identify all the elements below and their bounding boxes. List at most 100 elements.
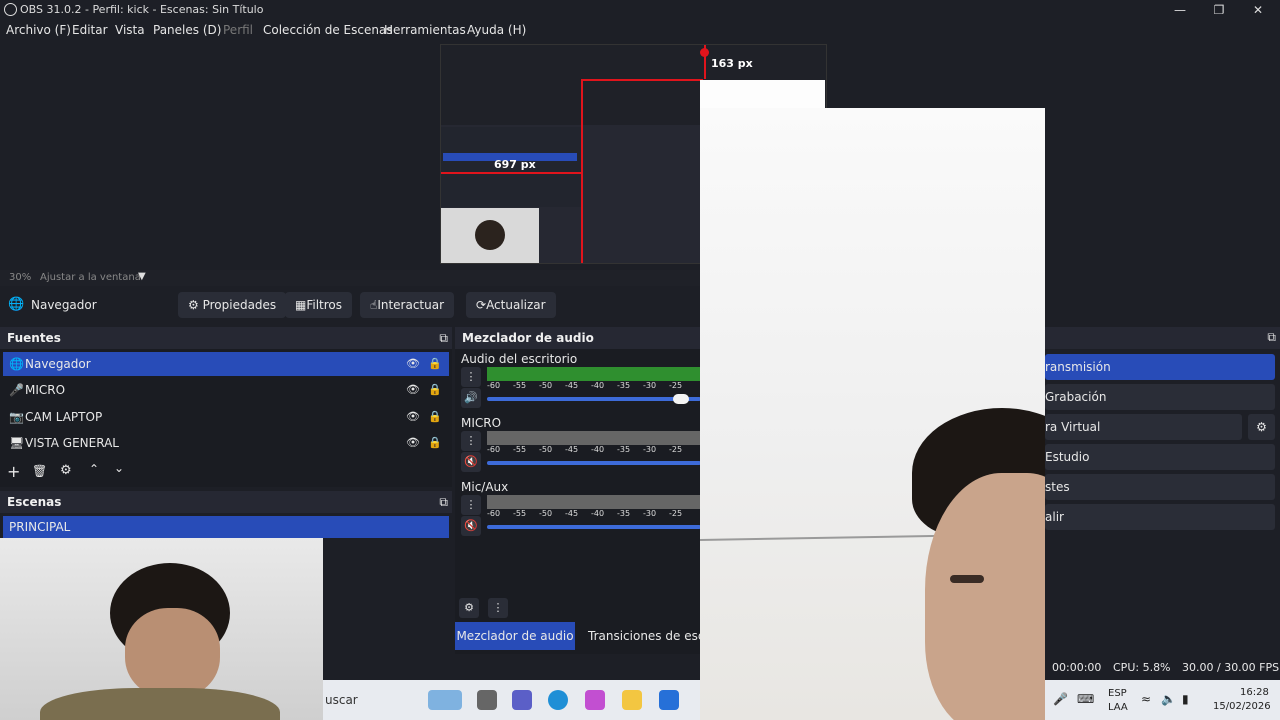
start-recording-button[interactable]: Grabación [1045, 384, 1275, 410]
dock-undock-icon[interactable]: ⧉ [439, 327, 448, 349]
eye-icon[interactable]: 👁 [406, 431, 420, 455]
studio-mode-button[interactable]: Estudio [1045, 444, 1275, 470]
button-label: Estudio [1045, 450, 1090, 464]
channel-menu-icon[interactable]: ⋮ [461, 495, 481, 515]
scene-item-principal[interactable]: PRINCIPAL [3, 516, 449, 538]
measure-line-left [441, 172, 581, 174]
edge-icon[interactable] [548, 690, 568, 710]
trash-icon[interactable]: 🗑 [32, 464, 47, 478]
microphone-tray-icon[interactable]: 🎤 [1053, 692, 1068, 706]
mixer-menu-icon[interactable]: ⋮ [488, 598, 508, 618]
lock-icon[interactable]: 🔒 [428, 431, 442, 455]
filter-icon: ▦ [295, 298, 307, 312]
keyboard-tray-icon[interactable]: ⌨ [1077, 692, 1094, 706]
scale-tick: -40 [591, 381, 605, 390]
menu-editar[interactable]: Editar [72, 23, 108, 37]
eye-icon[interactable]: 👁 [406, 352, 420, 376]
source-item-navegador[interactable]: 🌐 Navegador 👁 🔒 [3, 352, 449, 376]
exit-button[interactable]: alir [1045, 504, 1275, 530]
scale-tick: -45 [565, 381, 579, 390]
lock-icon[interactable]: 🔒 [428, 378, 442, 402]
menu-herramientas[interactable]: Herramientas [384, 23, 466, 37]
menu-vista[interactable]: Vista [115, 23, 145, 37]
zoom-level: 30% [9, 272, 32, 283]
teams-icon[interactable] [512, 690, 532, 710]
zoom-dropdown-icon[interactable]: ▼ [138, 271, 146, 282]
volume-muted-icon[interactable]: 🔈 [1161, 692, 1176, 706]
scale-tick: -50 [539, 445, 553, 454]
menu-perfil[interactable]: Perfil [223, 23, 253, 37]
muted-speaker-icon[interactable]: 🔇 [461, 452, 481, 472]
volume-slider[interactable] [487, 397, 701, 401]
filters-button[interactable]: ▦Filtros [285, 292, 353, 318]
taskbar-search-text[interactable]: uscar [325, 693, 358, 707]
refresh-button[interactable]: ⟳Actualizar [466, 292, 556, 318]
measure-handle[interactable] [700, 48, 709, 57]
mixer-body: Audio del escritorio ⋮ -60 -55 -50 -45 -40 -3… [455, 349, 701, 654]
add-source-icon[interactable]: + [7, 462, 20, 481]
eye-icon[interactable]: 👁 [406, 405, 420, 429]
obs-logo-icon [4, 3, 17, 16]
move-down-icon[interactable]: ⌄ [114, 461, 124, 475]
source-item-micro[interactable]: 🎤 MICRO 👁 🔒 [3, 378, 449, 402]
dock-undock-icon[interactable]: ⧉ [439, 491, 448, 513]
lock-icon[interactable]: 🔒 [428, 352, 442, 376]
copilot-icon[interactable] [585, 690, 605, 710]
scale-tick: -45 [565, 445, 579, 454]
minimize-button[interactable]: — [1160, 1, 1200, 19]
file-explorer-icon[interactable] [622, 690, 642, 710]
menu-paneles[interactable]: Paneles (D) [153, 23, 221, 37]
source-item-vista-general[interactable]: 🖥 VISTA GENERAL 👁 🔒 [3, 431, 449, 455]
battery-icon[interactable]: ▮ [1182, 692, 1189, 706]
selection-box[interactable] [581, 79, 703, 263]
settings-button[interactable]: stes [1045, 474, 1275, 500]
menu-archivo[interactable]: Archivo (F) [6, 23, 71, 37]
tab-scene-transitions[interactable]: Transiciones de escena [580, 622, 700, 650]
scale-tick: -40 [591, 445, 605, 454]
interact-button[interactable]: ☝Interactuar [360, 292, 455, 318]
scale-tick: -40 [591, 509, 605, 518]
selected-source-name: Navegador [31, 298, 97, 312]
gear-icon: ⚙ [188, 298, 199, 312]
move-up-icon[interactable]: ⌃ [89, 462, 99, 476]
channel-menu-icon[interactable]: ⋮ [461, 431, 481, 451]
store-icon[interactable] [659, 690, 679, 710]
language-indicator-variant[interactable]: LAA [1108, 702, 1128, 713]
source-label: MICRO [25, 383, 66, 397]
volume-slider[interactable] [487, 525, 701, 529]
properties-button[interactable]: ⚙ Propiedades [178, 292, 287, 318]
clock-date[interactable]: 15/02/2026 [1213, 701, 1271, 712]
zoom-mode[interactable]: Ajustar a la ventana [40, 272, 141, 283]
person-face [125, 608, 220, 698]
tab-audio-mixer[interactable]: Mezclador de audio [455, 622, 575, 650]
scale-tick: -50 [539, 509, 553, 518]
clock-time[interactable]: 16:28 [1240, 687, 1269, 698]
volume-slider-handle[interactable] [673, 394, 689, 404]
dock-undock-icon[interactable]: ⧉ [1267, 330, 1276, 345]
task-view-icon[interactable] [477, 690, 497, 710]
lock-icon[interactable]: 🔒 [428, 405, 442, 429]
scale-tick: -60 [487, 445, 501, 454]
start-virtual-camera-button[interactable]: ra Virtual [1045, 414, 1242, 440]
muted-speaker-icon[interactable]: 🔇 [461, 516, 481, 536]
search-highlight-icon[interactable] [428, 690, 462, 710]
language-indicator[interactable]: ESP [1108, 688, 1127, 699]
maximize-button[interactable]: ❐ [1199, 1, 1239, 19]
source-item-cam-laptop[interactable]: 📷 CAM LAPTOP 👁 🔒 [3, 405, 449, 429]
scale-tick: -60 [487, 509, 501, 518]
channel-menu-icon[interactable]: ⋮ [461, 367, 481, 387]
scale-tick: -45 [565, 509, 579, 518]
virtual-camera-gear-icon[interactable]: ⚙ [1248, 414, 1275, 440]
wifi-icon[interactable]: ≈ [1141, 692, 1151, 706]
menu-coleccion-escenas[interactable]: Colección de Escenas [263, 23, 393, 37]
start-streaming-button[interactable]: ransmisión [1045, 354, 1275, 380]
close-button[interactable]: ✕ [1238, 1, 1278, 19]
speaker-icon[interactable]: 🔊 [461, 388, 481, 408]
volume-slider[interactable] [487, 461, 701, 465]
button-label: Grabación [1045, 390, 1107, 404]
menu-ayuda[interactable]: Ayuda (H) [467, 23, 526, 37]
microphone-icon: 🎤 [9, 383, 24, 397]
eye-icon[interactable]: 👁 [406, 378, 420, 402]
gear-icon[interactable]: ⚙ [60, 463, 72, 478]
advanced-audio-gear-icon[interactable]: ⚙ [459, 598, 479, 618]
